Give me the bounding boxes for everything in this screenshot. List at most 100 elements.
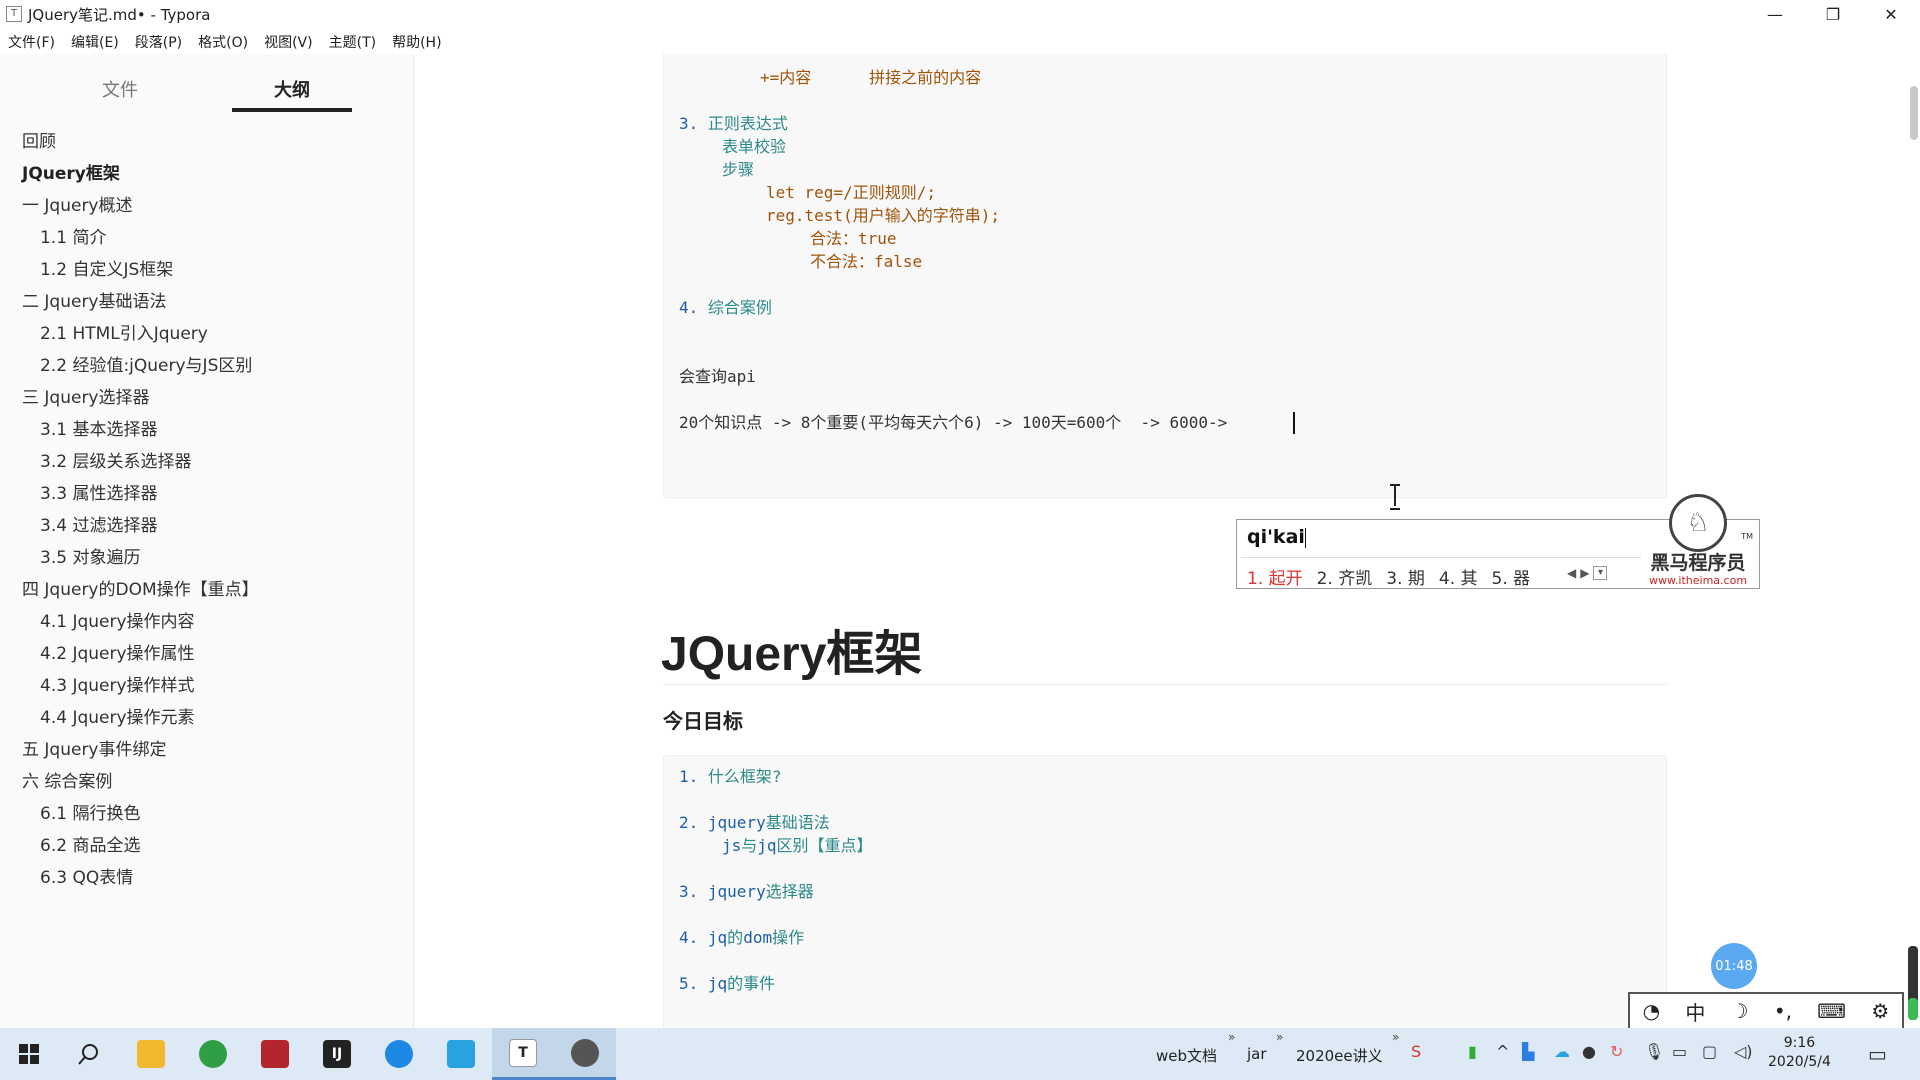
file-explorer-icon[interactable]	[120, 1028, 182, 1080]
outline-item[interactable]: 1.1 简介	[0, 222, 414, 254]
battery-tray-icon[interactable]: ▮	[1468, 1042, 1477, 1061]
scroll-indicator-green	[1908, 998, 1918, 1020]
ime-settings-icon[interactable]: ⚙	[1871, 999, 1889, 1023]
expand-icon[interactable]: ▾	[1593, 566, 1608, 580]
editor-scrollbar-thumb[interactable]	[1910, 86, 1918, 140]
menu-theme[interactable]: 主题(T)	[321, 32, 384, 52]
outline-item[interactable]: 6.2 商品全选	[0, 830, 414, 862]
outline-item[interactable]: 3.1 基本选择器	[0, 414, 414, 446]
outline-item[interactable]: 4.4 Jquery操作元素	[0, 702, 414, 734]
chat-app-icon[interactable]	[368, 1028, 430, 1080]
tab-outline[interactable]: 大纲	[232, 54, 352, 112]
chevron-right-icon[interactable]: »	[1228, 1030, 1235, 1044]
code-line: 5. jq的事件	[679, 974, 776, 993]
notification-center-icon[interactable]: ▭	[1868, 1042, 1887, 1066]
chevron-up-icon[interactable]: ^	[1496, 1042, 1509, 1061]
code-block-goals[interactable]: 1. 什么框架? 2. jquery基础语法 js与jq区别【重点】 3. jq…	[663, 755, 1667, 1028]
intellij-idea-icon[interactable]: IJ	[306, 1028, 368, 1080]
close-button[interactable]: ✕	[1862, 0, 1920, 28]
ime-candidate[interactable]: 3. 期	[1386, 564, 1425, 589]
ime-divider	[1241, 557, 1641, 558]
chrome-icon[interactable]	[182, 1028, 244, 1080]
taskbar-folder-jar[interactable]: jar	[1247, 1045, 1267, 1063]
outline-item[interactable]: 六 综合案例	[0, 766, 414, 798]
menu-help[interactable]: 帮助(H)	[384, 32, 449, 52]
outline-item[interactable]: 6.3 QQ表情	[0, 862, 414, 894]
power-tray-icon[interactable]: ▭	[1672, 1042, 1687, 1061]
ime-toolbar: ◔ 中 ☽ •, ⌨ ⚙	[1628, 992, 1904, 1030]
clock-time: 9:16	[1783, 1035, 1816, 1051]
sync-tray-icon[interactable]: ↻	[1610, 1042, 1623, 1061]
ibeam-cursor-icon	[1390, 484, 1400, 510]
typora-taskbar-icon[interactable]: T	[492, 1028, 554, 1080]
taskbar-folder-web[interactable]: web文档	[1156, 1045, 1217, 1066]
outline-item[interactable]: 回顾	[0, 126, 414, 158]
outline-list: 回顾 JQuery框架一 Jquery概述 1.1 简介 1.2 自定义JS框架二 J…	[0, 126, 414, 894]
ime-candidate[interactable]: 4. 其	[1439, 564, 1478, 589]
outline-item[interactable]: JQuery框架	[0, 158, 414, 190]
qq-tray-icon[interactable]: ●	[1582, 1042, 1596, 1061]
app-tray-icon[interactable]: ▙	[1522, 1042, 1534, 1061]
recorder-app-icon[interactable]	[244, 1028, 306, 1080]
ime-punctuation-icon[interactable]: •,	[1774, 999, 1792, 1023]
outline-item[interactable]: 4.3 Jquery操作样式	[0, 670, 414, 702]
code-line: 4. jq的dom操作	[679, 928, 805, 947]
minimize-button[interactable]: —	[1746, 0, 1804, 28]
outline-item[interactable]: 二 Jquery基础语法	[0, 286, 414, 318]
outline-item[interactable]: 四 Jquery的DOM操作【重点】	[0, 574, 414, 606]
chevron-right-icon[interactable]: »	[1276, 1030, 1283, 1044]
wps-tray-icon[interactable]: S	[1411, 1042, 1421, 1061]
menu-paragraph[interactable]: 段落(P)	[127, 32, 190, 52]
ime-candidate[interactable]: 5. 器	[1492, 564, 1531, 589]
taskbar-folder-2020ee[interactable]: 2020ee讲义	[1296, 1045, 1383, 1066]
outline-item[interactable]: 3.4 过滤选择器	[0, 510, 414, 542]
code-line: 合法：true	[810, 229, 897, 248]
heading-jquery-framework: JQuery框架	[661, 628, 923, 681]
ime-candidate-window: qi'kai 1. 起开 2. 齐凯 3. 期 4. 其 5. 器 ◀ ▶ ▾ …	[1236, 494, 1760, 589]
outline-item[interactable]: 4.2 Jquery操作属性	[0, 638, 414, 670]
recording-timer[interactable]: 01:48	[1711, 943, 1757, 989]
microphone-icon[interactable]: 🎙	[1644, 1042, 1664, 1061]
ime-pager: ◀ ▶ ▾	[1567, 566, 1608, 580]
cloud-tray-icon[interactable]: ☁	[1554, 1042, 1570, 1061]
outline-item[interactable]: 2.1 HTML引入Jquery	[0, 318, 414, 350]
outline-item[interactable]: 三 Jquery选择器	[0, 382, 414, 414]
typora-app-icon: T	[6, 6, 22, 22]
cloud-app-icon[interactable]	[430, 1028, 492, 1080]
menu-file[interactable]: 文件(F)	[0, 32, 63, 52]
next-page-icon[interactable]: ▶	[1580, 566, 1589, 580]
outline-item[interactable]: 3.3 属性选择器	[0, 478, 414, 510]
outline-item[interactable]: 4.1 Jquery操作内容	[0, 606, 414, 638]
ime-chinese-mode-icon[interactable]: 中	[1685, 997, 1705, 1026]
side-scroll-indicator[interactable]	[1908, 946, 1918, 1020]
menu-view[interactable]: 视图(V)	[256, 32, 321, 52]
ime-candidate[interactable]: 1. 起开	[1247, 564, 1303, 589]
outline-item[interactable]: 6.1 隔行换色	[0, 798, 414, 830]
windows-start-icon[interactable]	[0, 1028, 58, 1080]
menu-format[interactable]: 格式(O)	[190, 32, 256, 52]
ime-halfwidth-icon[interactable]: ☽	[1731, 999, 1749, 1023]
menu-edit[interactable]: 编辑(E)	[63, 32, 127, 52]
code-line: 1. 什么框架?	[679, 767, 782, 786]
prev-page-icon[interactable]: ◀	[1567, 566, 1576, 580]
code-block-review[interactable]: +=内容 拼接之前的内容 3. 正则表达式 表单校验 步骤 let reg=/正…	[663, 54, 1667, 498]
outline-item[interactable]: 五 Jquery事件绑定	[0, 734, 414, 766]
ime-keyboard-icon[interactable]: ⌨	[1817, 999, 1846, 1023]
outline-item[interactable]: 2.2 经验值:jQuery与JS区别	[0, 350, 414, 382]
taskbar-clock[interactable]: 9:16 2020/5/4	[1768, 1034, 1831, 1072]
sidebar: 文件 大纲 回顾 JQuery框架一 Jquery概述 1.1 简介 1.2 自定义J…	[0, 54, 414, 1028]
outline-item[interactable]: 3.2 层级关系选择器	[0, 446, 414, 478]
tab-files[interactable]: 文件	[60, 54, 180, 112]
chevron-right-icon[interactable]: »	[1392, 1030, 1399, 1044]
outline-item[interactable]: 3.5 对象遍历	[0, 542, 414, 574]
restore-button[interactable]: ❐	[1804, 0, 1862, 28]
avatar-app-icon[interactable]	[554, 1028, 616, 1080]
ime-logo-icon[interactable]: ◔	[1643, 999, 1660, 1023]
outline-item[interactable]: 1.2 自定义JS框架	[0, 254, 414, 286]
volume-icon[interactable]: ◁)	[1734, 1042, 1753, 1061]
search-icon[interactable]	[58, 1028, 120, 1080]
window-controls: — ❐ ✕	[1746, 0, 1920, 28]
outline-item[interactable]: 一 Jquery概述	[0, 190, 414, 222]
ime-candidate[interactable]: 2. 齐凯	[1317, 564, 1373, 589]
network-icon[interactable]: ▢	[1702, 1042, 1717, 1061]
